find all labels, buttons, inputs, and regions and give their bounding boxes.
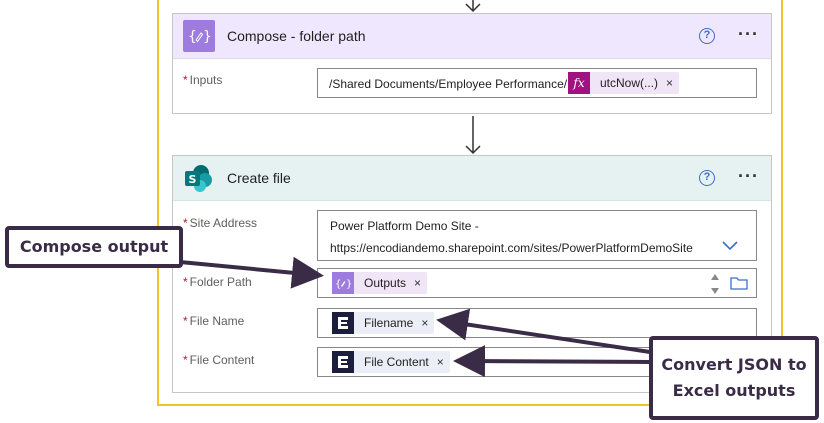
compose-output-arrow [179, 256, 324, 289]
filename-arrow [436, 308, 651, 354]
convert-json-callout: Convert JSON to Excel outputs [649, 336, 819, 420]
compose-output-callout: Compose output [5, 226, 183, 268]
file-content-arrow [453, 345, 651, 378]
